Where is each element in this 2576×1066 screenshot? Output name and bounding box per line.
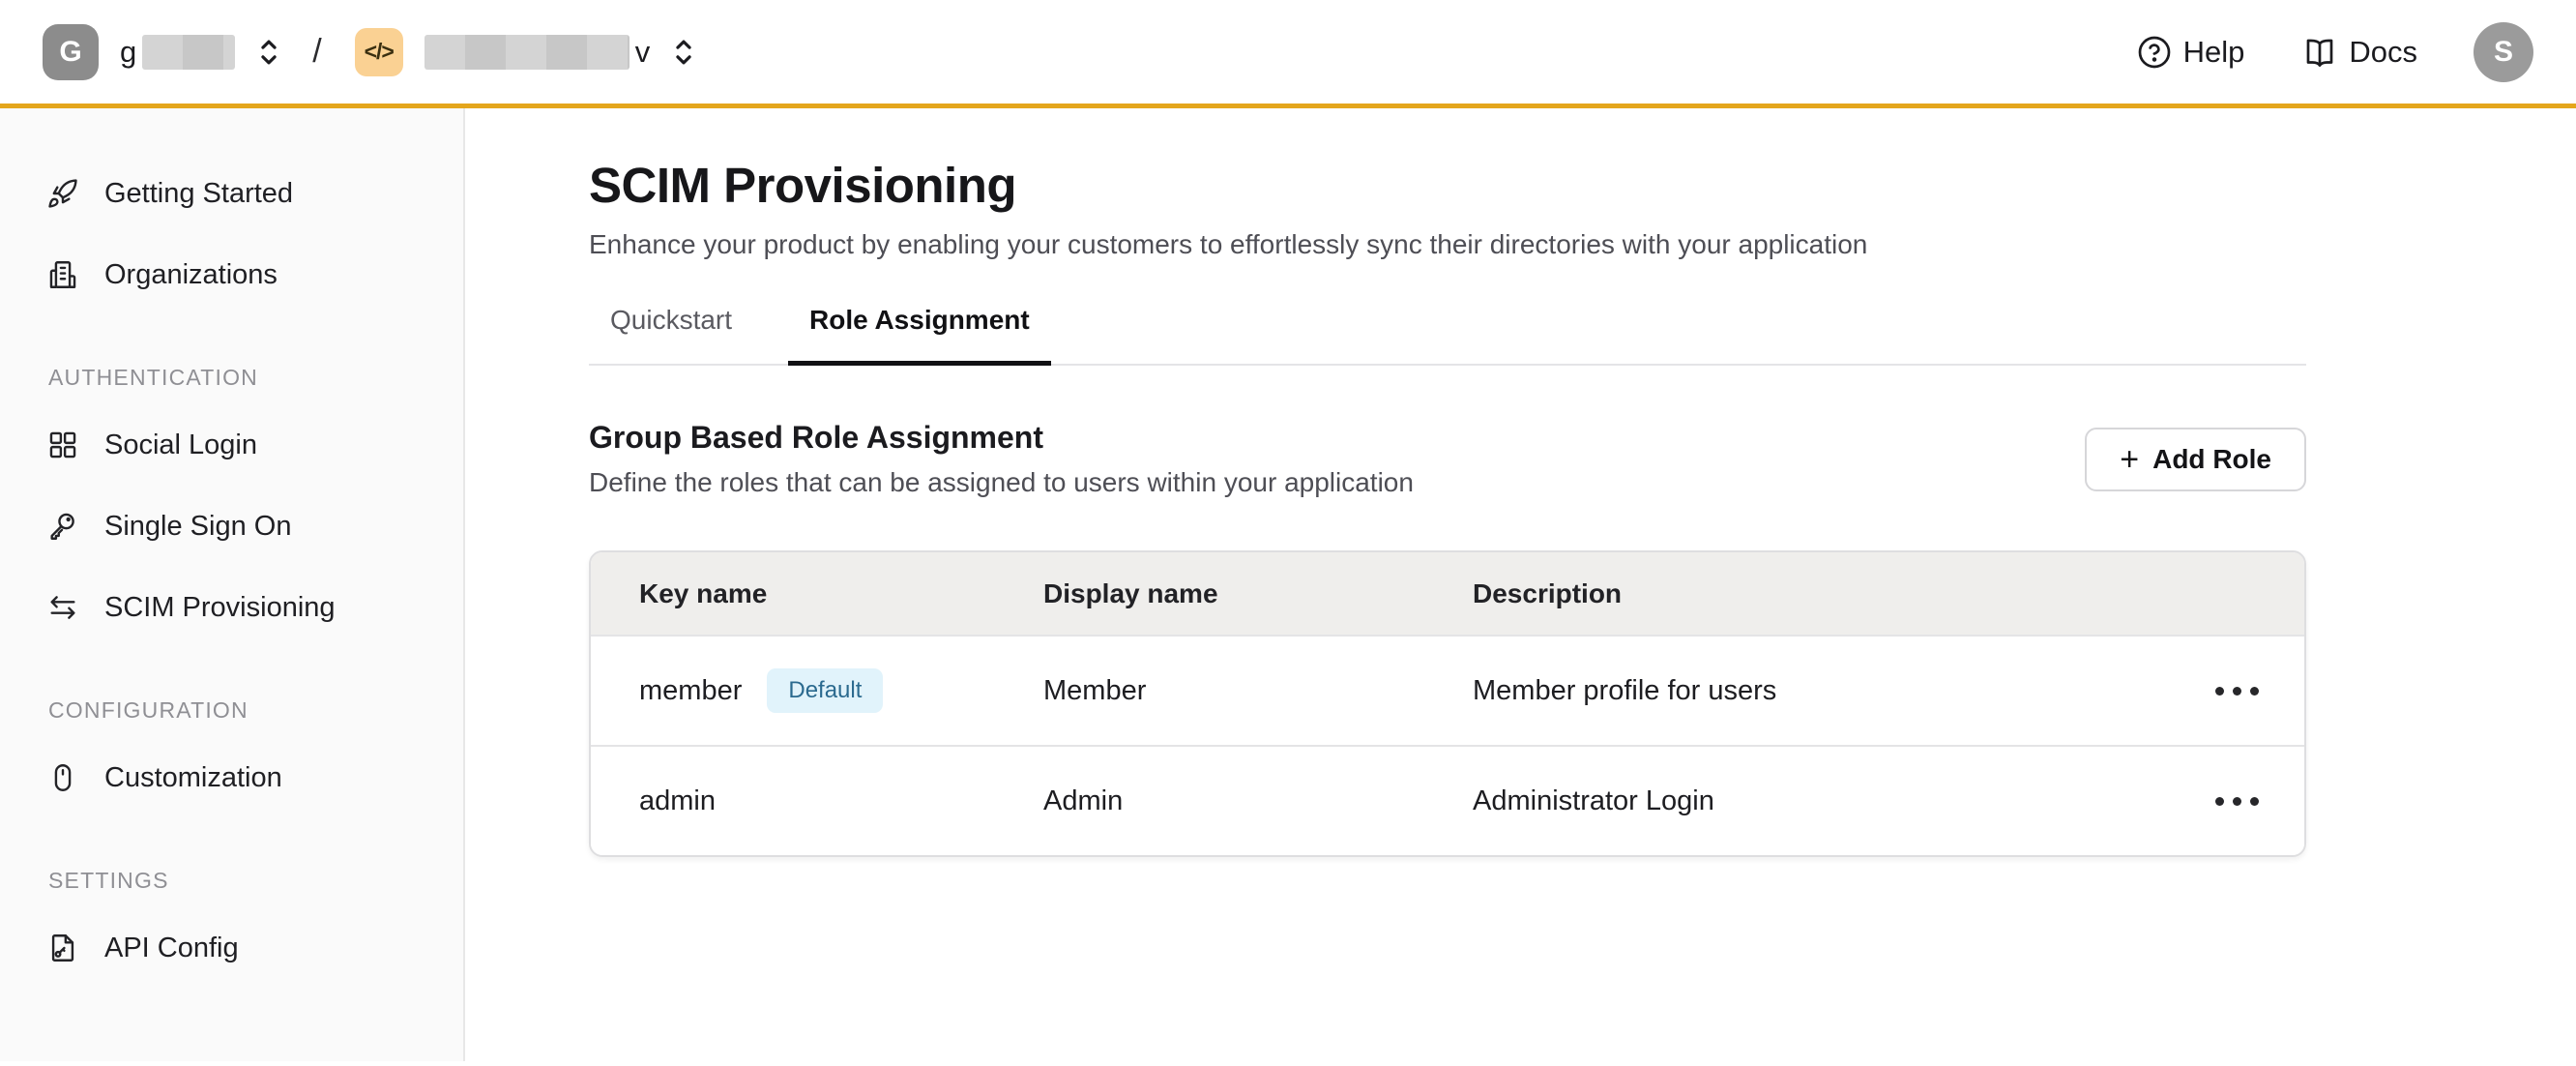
table-header-row: Key name Display name Description	[591, 552, 2304, 635]
section-description: Define the roles that can be assigned to…	[589, 467, 1414, 498]
column-header-key-name: Key name	[591, 578, 995, 609]
main-content: SCIM Provisioning Enhance your product b…	[465, 108, 2576, 1061]
help-label: Help	[2183, 35, 2245, 70]
sidebar-item-label: API Config	[104, 933, 239, 964]
sidebar-item-organizations[interactable]: Organizations	[0, 234, 463, 315]
org-switcher[interactable]: g	[120, 35, 283, 70]
role-key: admin	[639, 785, 716, 817]
sidebar-item-getting-started[interactable]: Getting Started	[0, 153, 463, 234]
sidebar-item-label: Customization	[104, 762, 282, 794]
user-avatar[interactable]: S	[2474, 22, 2533, 82]
project-name-suffix: v	[635, 35, 651, 70]
tab-role-assignment[interactable]: Role Assignment	[788, 305, 1051, 366]
add-role-label: Add Role	[2152, 444, 2271, 475]
sidebar-item-single-sign-on[interactable]: Single Sign On	[0, 486, 463, 567]
docs-button[interactable]: Docs	[2302, 35, 2417, 70]
sidebar-item-label: Single Sign On	[104, 511, 291, 543]
tab-quickstart[interactable]: Quickstart	[589, 305, 753, 366]
cell-key-name: member Default	[591, 668, 995, 713]
section-heading: Group Based Role Assignment	[589, 420, 1414, 456]
column-header-description: Description	[1424, 578, 2169, 609]
table-row-member: member Default Member Member profile for…	[591, 635, 2304, 745]
org-project-switcher: G g / </> v	[43, 24, 698, 80]
book-icon	[2302, 35, 2337, 70]
sidebar-section-configuration: CONFIGURATION	[0, 683, 463, 737]
project-name-redacted	[424, 35, 629, 70]
sidebar-section-authentication: AUTHENTICATION	[0, 350, 463, 404]
sidebar-item-customization[interactable]: Customization	[0, 737, 463, 818]
rocket-icon	[46, 177, 79, 210]
default-badge: Default	[767, 668, 883, 713]
sidebar-item-api-config[interactable]: API Config	[0, 907, 463, 989]
key-icon	[46, 510, 79, 543]
help-button[interactable]: Help	[2137, 35, 2245, 70]
cell-actions	[2169, 675, 2304, 707]
cell-description: Member profile for users	[1424, 675, 2169, 707]
cell-display-name: Admin	[995, 785, 1424, 817]
sidebar-item-label: Social Login	[104, 429, 257, 461]
topbar-actions: Help Docs S	[2137, 22, 2533, 82]
tab-bar: Quickstart Role Assignment	[589, 305, 2306, 366]
page-subtitle: Enhance your product by enabling your cu…	[589, 229, 2306, 260]
building-icon	[46, 258, 79, 291]
topbar: G g / </> v	[0, 0, 2576, 108]
sync-arrows-icon	[46, 591, 79, 624]
help-circle-icon	[2137, 35, 2172, 70]
cell-actions	[2169, 785, 2304, 817]
chevron-up-down-icon	[254, 36, 283, 69]
sidebar-item-scim-provisioning[interactable]: SCIM Provisioning	[0, 567, 463, 648]
sidebar: Getting Started Organizations AUTHENTICA…	[0, 108, 465, 1061]
breadcrumb-separator: /	[312, 33, 321, 71]
chevron-up-down-icon	[669, 36, 698, 69]
section-header-row: Group Based Role Assignment Define the r…	[589, 420, 2306, 498]
project-switcher[interactable]: v	[424, 35, 699, 70]
section-header-text: Group Based Role Assignment Define the r…	[589, 420, 1414, 498]
grid-icon	[46, 429, 79, 461]
sidebar-item-label: SCIM Provisioning	[104, 592, 336, 624]
cell-key-name: admin	[591, 785, 995, 817]
page-title: SCIM Provisioning	[589, 157, 2306, 214]
sidebar-item-social-login[interactable]: Social Login	[0, 404, 463, 486]
row-actions-menu-button[interactable]	[2204, 785, 2270, 817]
row-actions-menu-button[interactable]	[2204, 675, 2270, 707]
project-code-icon: </>	[355, 28, 403, 76]
docs-label: Docs	[2349, 35, 2417, 70]
org-avatar[interactable]: G	[43, 24, 99, 80]
cell-description: Administrator Login	[1424, 785, 2169, 817]
sidebar-section-settings: SETTINGS	[0, 853, 463, 907]
column-header-display-name: Display name	[995, 578, 1424, 609]
org-name-redacted	[142, 35, 235, 70]
file-key-icon	[46, 932, 79, 964]
plus-icon: +	[2120, 443, 2139, 476]
sidebar-item-label: Getting Started	[104, 178, 293, 210]
role-key: member	[639, 675, 742, 707]
add-role-button[interactable]: + Add Role	[2085, 428, 2306, 491]
mouse-icon	[46, 761, 79, 794]
org-name-visible: g	[120, 35, 136, 70]
roles-table: Key name Display name Description member…	[589, 550, 2306, 857]
cell-display-name: Member	[995, 675, 1424, 707]
table-row-admin: admin Admin Administrator Login	[591, 745, 2304, 855]
sidebar-item-label: Organizations	[104, 259, 278, 291]
